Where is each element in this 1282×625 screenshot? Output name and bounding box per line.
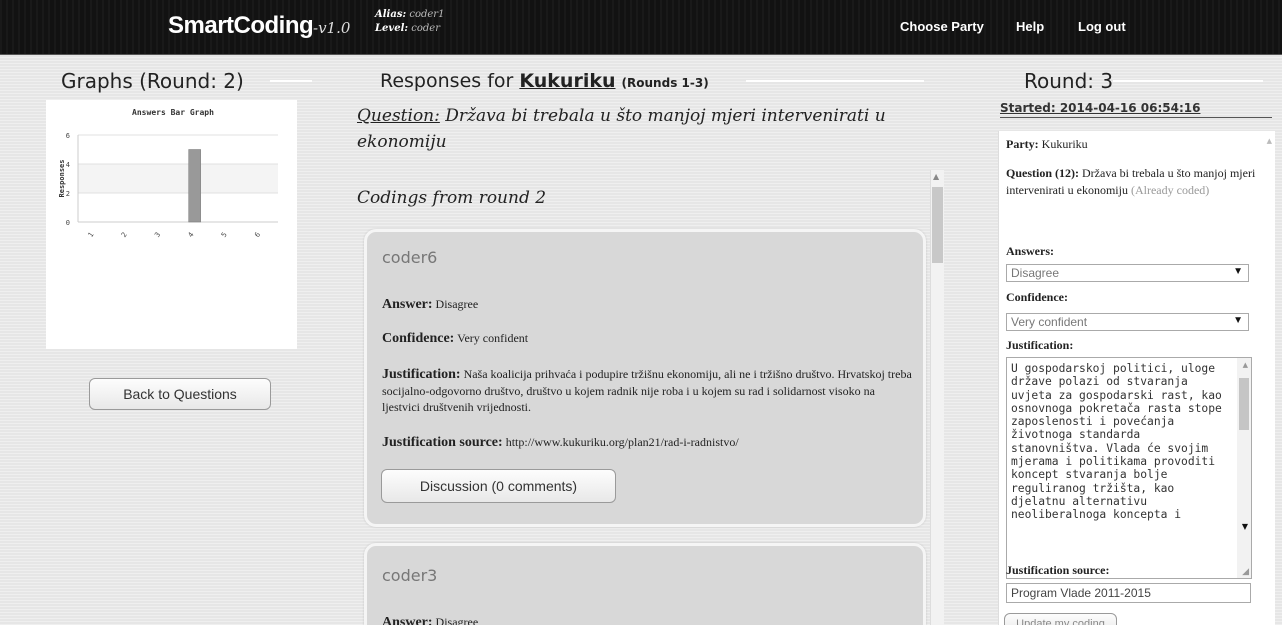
justification-textarea[interactable]: U gospodarskoj politici, uloge države po… xyxy=(1006,357,1252,579)
nav-log-out[interactable]: Log out xyxy=(1078,19,1126,34)
back-to-questions-button[interactable]: Back to Questions xyxy=(89,378,271,410)
coder-name: coder6 xyxy=(382,248,438,267)
app-version: -v1.0 xyxy=(313,19,351,37)
justification-label: Justification: xyxy=(382,367,461,382)
justification-source-input[interactable]: Program Vlade 2011-2015 xyxy=(1006,583,1251,603)
responses-heading-prefix: Responses for xyxy=(380,70,514,92)
confidence-field: Confidence: Very confident xyxy=(382,330,912,347)
codings-round-title: Codings from round 2 xyxy=(357,188,547,208)
nav-choose-party[interactable]: Choose Party xyxy=(900,19,984,34)
x-tick-label: 3 xyxy=(153,231,162,239)
already-coded-note: (Already coded) xyxy=(1130,183,1210,197)
answers-select[interactable]: Disagree ▼ xyxy=(1006,264,1249,282)
question-info: Question (12): Država bi trebala u što m… xyxy=(1006,165,1274,199)
question-number-label: Question (12): xyxy=(1006,166,1079,180)
party-info: Party: Kukuriku xyxy=(1006,136,1268,153)
chevron-down-icon: ▼ xyxy=(1233,266,1243,277)
level-value: coder xyxy=(411,23,440,34)
source-value: http://www.kukuriku.org/plan21/rad-i-rad… xyxy=(505,435,739,449)
justification-field: Justification: Naša koalicija prihvaća i… xyxy=(382,366,912,415)
answer-field: Answer: Disagree xyxy=(382,296,912,313)
x-tick-label: 5 xyxy=(220,231,229,239)
x-tick-label: 1 xyxy=(87,231,96,239)
y-tick-label: 4 xyxy=(66,161,70,169)
x-tick-label: 6 xyxy=(253,231,262,239)
y-axis-label: Responses xyxy=(58,160,66,198)
party-label: Party: xyxy=(1006,137,1039,151)
top-navbar: SmartCoding -v1.0 Alias: coder1 Level: c… xyxy=(0,0,1282,55)
x-tick-label: 2 xyxy=(120,231,129,239)
resize-handle-icon[interactable]: ◢ xyxy=(1242,567,1249,577)
round-started-timestamp: Started: 2014-04-16 06:54:16 xyxy=(1000,101,1272,118)
x-tick-label: 4 xyxy=(187,231,196,239)
y-tick-label: 0 xyxy=(66,219,70,227)
source-label: Justification source: xyxy=(1006,563,1110,577)
textarea-scrollbar-thumb[interactable] xyxy=(1239,378,1249,430)
heading-rule xyxy=(746,80,924,82)
chevron-down-icon: ▼ xyxy=(1233,315,1243,326)
textarea-scroll-up-icon[interactable]: ▲ xyxy=(1243,361,1248,369)
bar xyxy=(188,149,201,223)
coding-card: coder3 Answer: Disagree xyxy=(364,543,926,625)
justification-textarea-content[interactable]: U gospodarskoj politici, uloge države po… xyxy=(1011,362,1231,522)
round-heading: Round: 3 xyxy=(1024,69,1114,93)
answer-value: Disagree xyxy=(435,297,479,311)
answers-bar-chart: Answers Bar Graph 0 2 4 6 Responses 1 2 3 4 5 6 xyxy=(46,100,297,349)
justification-label: Justification: xyxy=(1006,338,1074,352)
coding-card: coder6 Answer: Disagree Confidence: Very… xyxy=(364,229,926,527)
chart-title: Answers Bar Graph xyxy=(132,108,214,117)
nav-help[interactable]: Help xyxy=(1016,19,1044,34)
answer-value: Disagree xyxy=(435,615,479,625)
party-link[interactable]: Kukuriku xyxy=(519,70,615,92)
level-label: Level: xyxy=(375,23,409,34)
codings-scrollbar-thumb[interactable] xyxy=(932,187,943,263)
answer-label: Answer: xyxy=(382,615,433,625)
question-label: Question: xyxy=(357,106,440,126)
answer-label: Answer: xyxy=(382,297,433,312)
confidence-value: Very confident xyxy=(457,331,529,345)
confidence-selected-value: Very confident xyxy=(1011,315,1088,329)
justification-value: Naša koalicija prihvaća i podupire tržiš… xyxy=(382,367,912,414)
y-tick-label: 2 xyxy=(66,190,70,198)
textarea-scroll-down-icon[interactable]: ▼ xyxy=(1242,522,1248,531)
confidence-label: Confidence: xyxy=(1006,290,1068,304)
discussion-button[interactable]: Discussion (0 comments) xyxy=(381,469,616,503)
alias-label: Alias: xyxy=(375,9,407,20)
source-label: Justification source: xyxy=(382,435,503,450)
rounds-label: (Rounds 1-3) xyxy=(621,76,709,90)
confidence-label: Confidence: xyxy=(382,331,455,346)
answer-field: Answer: Disagree xyxy=(382,614,912,625)
heading-rule xyxy=(1113,80,1263,82)
coder-name: coder3 xyxy=(382,566,438,585)
confidence-select[interactable]: Very confident ▼ xyxy=(1006,313,1249,331)
scroll-up-icon[interactable]: ▲ xyxy=(933,172,939,181)
app-logo[interactable]: SmartCoding xyxy=(168,12,314,40)
grid-band xyxy=(78,164,278,193)
y-tick-label: 6 xyxy=(66,132,70,140)
party-value: Kukuriku xyxy=(1041,137,1088,151)
responses-heading: Responses for Kukuriku (Rounds 1-3) xyxy=(380,70,709,92)
chart-svg: Answers Bar Graph 0 2 4 6 Responses 1 2 3 4 5 6 xyxy=(58,108,278,239)
alias-value: coder1 xyxy=(409,9,445,20)
answers-selected-value: Disagree xyxy=(1011,266,1060,280)
user-info: Alias: coder1 Level: coder xyxy=(375,8,444,36)
answers-label: Answers: xyxy=(1006,244,1054,258)
heading-rule xyxy=(270,80,312,82)
question-text: Question: Država bi trebala u što manjoj… xyxy=(357,103,927,155)
graphs-heading: Graphs (Round: 2) xyxy=(61,69,244,93)
update-coding-button[interactable]: Update my coding xyxy=(1004,613,1117,625)
source-field: Justification source: http://www.kukurik… xyxy=(382,434,912,451)
